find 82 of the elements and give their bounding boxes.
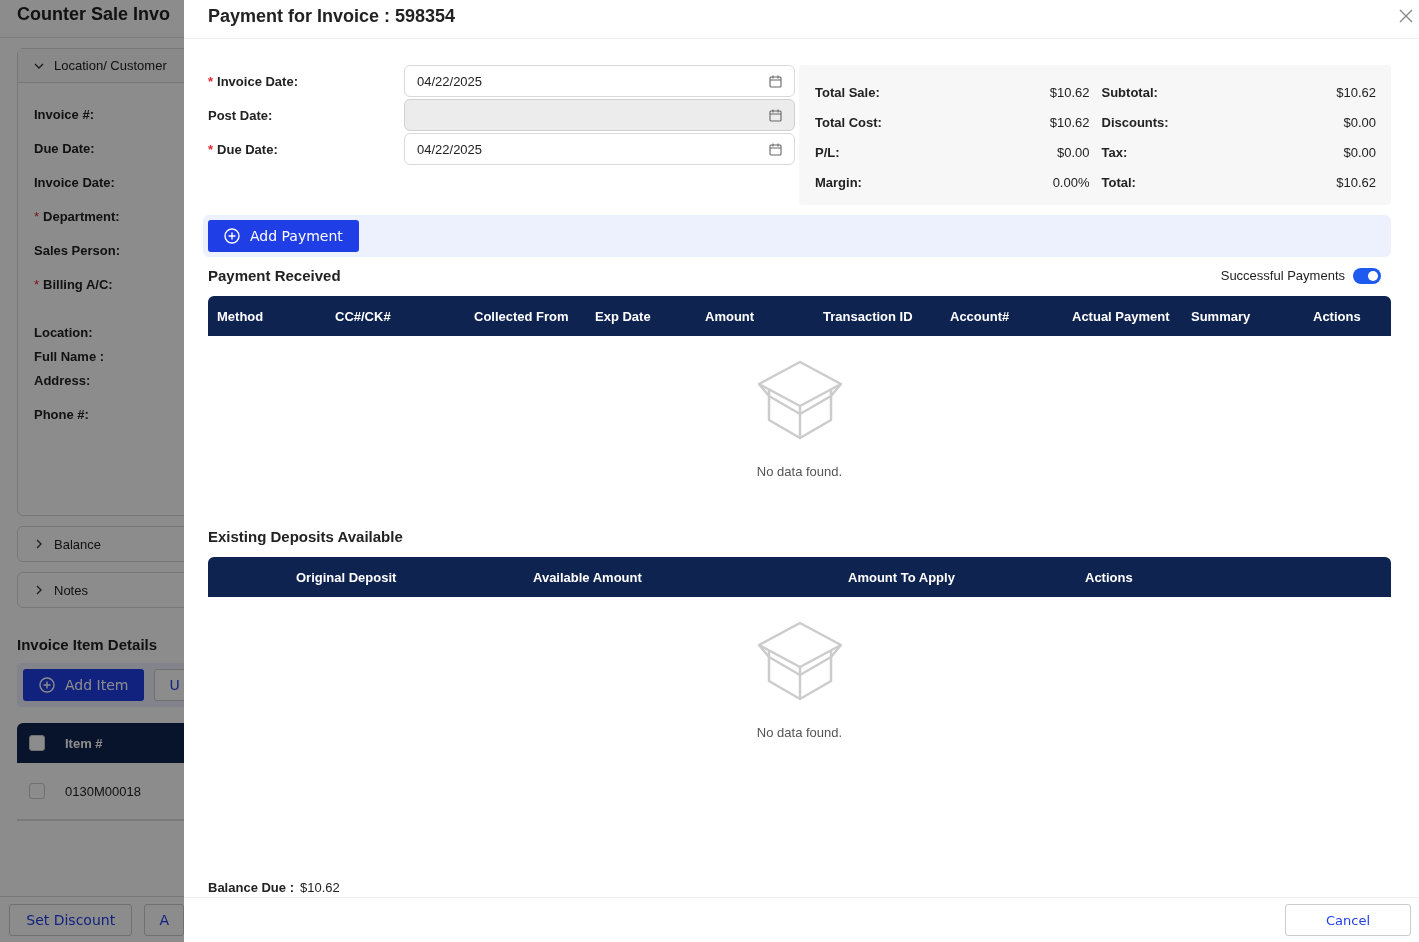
field-label: Due Date:: [34, 140, 95, 156]
summary-label: Subtotal:: [1101, 84, 1158, 100]
section-title: Payment Received: [208, 267, 341, 284]
date-field[interactable]: 04/22/2025: [404, 133, 795, 165]
summary-label: Total Cost:: [815, 114, 882, 130]
required-mark: *: [34, 276, 40, 292]
summary-value: $10.62: [1336, 174, 1376, 190]
empty-box-icon: [756, 360, 843, 442]
section-title: Existing Deposits Available: [208, 528, 404, 545]
chevron-right-icon: [34, 539, 44, 549]
plus-circle-icon: [39, 677, 55, 693]
panel-header[interactable]: Location/ Customer: [18, 49, 184, 83]
calendar-icon: [769, 74, 782, 88]
summary-label: P/L:: [815, 144, 840, 160]
column-header: Amount To Apply: [848, 569, 956, 585]
summary-label: Total:: [1101, 174, 1136, 190]
checkbox[interactable]: [29, 735, 45, 751]
footer-button[interactable]: A: [144, 903, 184, 936]
field-label: Phone #:: [34, 407, 89, 422]
summary-label: Total Sale:: [815, 84, 880, 100]
field-label: Invoice Date:: [34, 174, 115, 190]
field-label: Full Name :: [34, 349, 105, 364]
required-mark: *: [208, 141, 214, 157]
required-mark: *: [34, 208, 40, 224]
toggle-label: Successful Payments: [1220, 268, 1345, 283]
balance-label: Balance Due :: [208, 880, 294, 895]
cancel-button[interactable]: Cancel: [1285, 904, 1411, 936]
empty-box-icon: [756, 621, 843, 703]
field-label: Invoice #:: [34, 106, 94, 122]
column-header: Amount: [705, 308, 756, 324]
field-label: Post Date:: [208, 107, 273, 123]
column-header: Collected From: [474, 308, 570, 324]
toggle-switch[interactable]: [1353, 267, 1381, 284]
summary-value: $0.00: [1343, 144, 1376, 160]
section-title: Invoice Item Details: [17, 636, 159, 653]
summary-label: Discounts:: [1101, 114, 1169, 130]
dialog-title: Payment for Invoice : 598354: [208, 5, 456, 27]
summary-value: $0.00: [1343, 114, 1376, 130]
field-label: Due Date:: [217, 141, 278, 157]
add-payment-button[interactable]: Add Payment: [208, 220, 359, 252]
empty-message: No data found.: [756, 725, 843, 740]
table-cell: 0130M00018: [65, 783, 141, 799]
balance-value: $10.62: [300, 880, 340, 895]
close-button[interactable]: [1399, 9, 1413, 23]
column-header: Actions: [1085, 569, 1134, 585]
chevron-right-icon: [34, 585, 44, 595]
panel-header[interactable]: Notes: [18, 573, 184, 607]
column-header: Transaction ID: [823, 308, 914, 324]
add-item-button[interactable]: Add Item: [23, 669, 145, 701]
panel-header[interactable]: Balance: [18, 527, 184, 561]
field-label: Department:: [43, 208, 120, 224]
toolbar-button[interactable]: U: [154, 669, 184, 701]
field-label: Billing A/C:: [43, 276, 113, 292]
column-header: Summary: [1191, 308, 1252, 324]
field-label: Location:: [34, 325, 93, 340]
field-label: Invoice Date:: [217, 73, 298, 89]
plus-circle-icon: [224, 228, 240, 244]
calendar-icon: [769, 108, 782, 122]
column-header: Exp Date: [595, 308, 652, 324]
column-header: Method: [217, 308, 265, 324]
footer-button[interactable]: Set Discount: [9, 903, 133, 936]
calendar-icon: [769, 142, 782, 156]
required-mark: *: [208, 73, 214, 89]
summary-value: $10.62: [1049, 114, 1090, 130]
summary-label: Tax:: [1101, 144, 1128, 160]
summary-value: $10.62: [1049, 84, 1090, 100]
summary-label: Margin:: [815, 174, 862, 190]
summary-value: 0.00%: [1052, 174, 1090, 190]
empty-message: No data found.: [756, 464, 843, 479]
column-header: Actual Payment: [1072, 308, 1171, 324]
column-header: Actions: [1313, 308, 1362, 324]
checkbox[interactable]: [29, 783, 45, 799]
column-header: CC#/CK#: [335, 308, 392, 324]
field-label: Address:: [34, 373, 91, 388]
date-field[interactable]: 04/22/2025: [404, 65, 795, 97]
column-header: Item #: [65, 735, 103, 751]
column-header: Account#: [950, 308, 1011, 324]
summary-value: $10.62: [1336, 84, 1376, 100]
summary-value: $0.00: [1056, 144, 1090, 160]
field-label: Sales Person:: [34, 242, 120, 258]
column-header: Original Deposit: [296, 569, 398, 585]
column-header: Available Amount: [533, 569, 643, 585]
